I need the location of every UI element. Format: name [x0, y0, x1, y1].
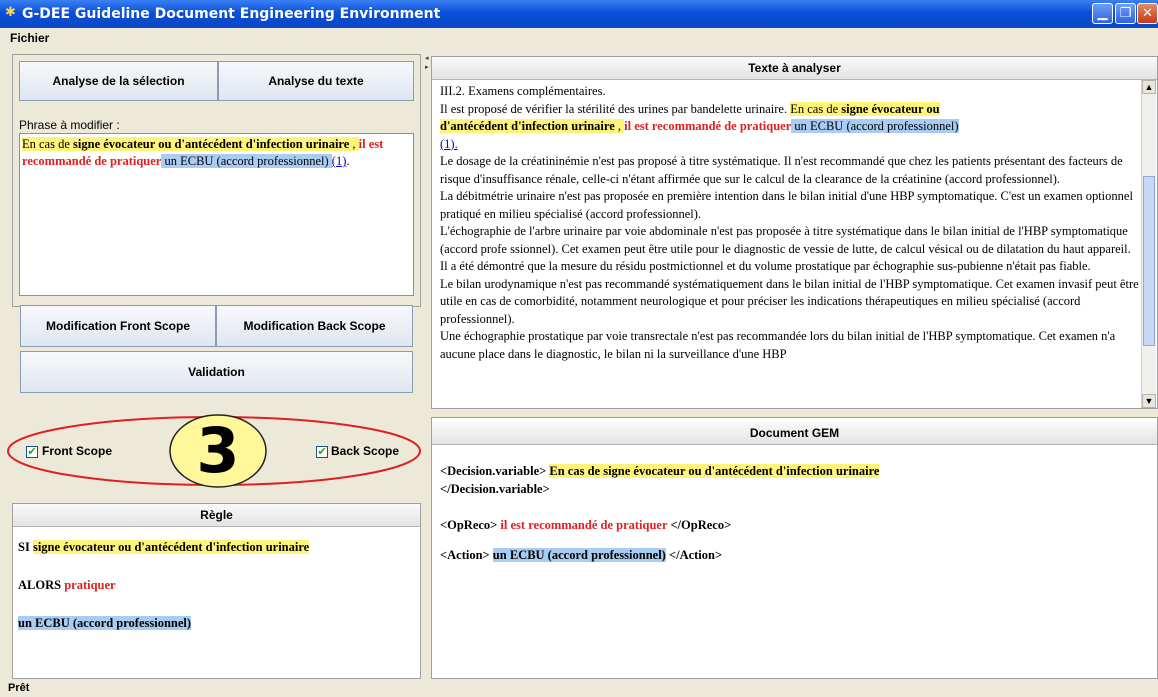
gem-tag: <Decision.variable> [440, 464, 550, 478]
regle-alors-text: pratiquer [64, 578, 116, 592]
texte-scrollbar[interactable]: ▲ ▼ [1141, 80, 1156, 408]
callout-number: 3 [196, 414, 240, 487]
title-bar: ✱ G-DEE Guideline Document Engineering E… [0, 0, 1158, 28]
gem-opreco: <OpReco> il est recommandé de pratiquer … [440, 518, 731, 533]
gem-tag: <OpReco> [440, 518, 501, 532]
texte-panel: Texte à analyser III.2. Examens compléme… [431, 56, 1158, 409]
minimize-icon: ▁ [1097, 6, 1108, 21]
gem-title: Document GEM [432, 422, 1157, 445]
texte-content[interactable]: III.2. Examens complémentaires. Il est p… [440, 83, 1140, 405]
phrase-label: Phrase à modifier : [19, 118, 120, 132]
texte-paragraph: Il est proposé de vérifier la stérilité … [440, 101, 1140, 154]
regle-action-line: un ECBU (accord professionnel) [18, 616, 192, 631]
scroll-up-icon[interactable]: ▲ [1142, 80, 1156, 94]
menu-fichier[interactable]: Fichier [10, 31, 49, 45]
gem-tag: </OpReco> [667, 518, 732, 532]
app-icon: ✱ [5, 5, 16, 20]
regle-alors-keyword: ALORS [18, 578, 65, 592]
analyse-texte-button[interactable]: Analyse du texte [218, 61, 414, 101]
gem-action-text: un ECBU (accord professionnel) [492, 548, 666, 562]
phrase-part: , [349, 137, 359, 151]
texte-part: il est recommandé de pratiquer [624, 119, 792, 133]
front-scope-checkbox[interactable]: ✔ [26, 446, 38, 458]
front-scope-label: Front Scope [42, 444, 113, 458]
phrase-action: un ECBU (accord professionnel) [161, 154, 332, 168]
phrase-editor[interactable]: En cas de signe évocateur ou d'antécéden… [19, 133, 414, 296]
texte-paragraph: Une échographie prostatique par voie tra… [440, 329, 1116, 361]
gem-opreco-text: il est recommandé de pratiquer [500, 518, 668, 532]
gem-panel: Document GEM <Decision.variable> En cas … [431, 417, 1158, 679]
scroll-down-icon[interactable]: ▼ [1142, 394, 1156, 408]
regle-panel: Règle SI signe évocateur ou d'antécédent… [12, 503, 421, 679]
texte-part: Il est proposé de vérifier la stérilité … [440, 101, 791, 116]
status-bar: Prêt [0, 682, 1158, 697]
phrase-panel: Analyse de la sélection Analyse du texte… [12, 54, 421, 307]
texte-paragraph: Le dosage de la créatininémie n'est pas … [440, 154, 1123, 186]
texte-paragraph: La débitmétrie urinaire n'est pas propos… [440, 189, 1133, 221]
texte-part: un ECBU (accord professionnel) [791, 119, 959, 133]
gem-action: <Action> un ECBU (accord professionnel) … [440, 548, 722, 563]
gem-decision-variable: <Decision.variable> En cas de signe évoc… [440, 462, 880, 498]
back-scope-checkbox[interactable]: ✔ [316, 446, 328, 458]
close-button[interactable]: ✕ [1137, 3, 1158, 24]
minimize-button[interactable]: ▁ [1092, 3, 1113, 24]
analyse-selection-button[interactable]: Analyse de la sélection [19, 61, 218, 101]
texte-line: III.2. Examens complémentaires. [440, 84, 606, 98]
regle-si-line: SI signe évocateur ou d'antécédent d'inf… [18, 540, 310, 555]
modification-front-scope-button[interactable]: Modification Front Scope [20, 305, 216, 347]
texte-reference-link[interactable]: (1). [440, 137, 458, 151]
texte-part: , [614, 119, 625, 133]
texte-part: d'antécédent d'infection urinaire [440, 119, 615, 133]
phrase-decision-variable: signe évocateur ou d'antécédent d'infect… [73, 137, 350, 151]
phrase-part: . [346, 154, 350, 168]
restore-icon: ❐ [1119, 6, 1132, 21]
modification-back-scope-button[interactable]: Modification Back Scope [216, 305, 413, 347]
texte-title: Texte à analyser [432, 57, 1157, 80]
phrase-reference-link[interactable]: (1) [332, 154, 347, 168]
texte-part: signe évocateur ou [841, 101, 940, 116]
regle-title: Règle [13, 504, 420, 527]
validation-button[interactable]: Validation [20, 351, 413, 393]
back-scope-label: Back Scope [331, 444, 400, 458]
gem-tag: <Action> [440, 548, 493, 562]
regle-alors-line: ALORS pratiquer [18, 578, 116, 593]
texte-part: En cas de [790, 101, 842, 116]
texte-paragraph: L'échographie de l'arbre urinaire par vo… [440, 224, 1131, 273]
phrase-part: En cas de [22, 137, 74, 151]
close-icon: ✕ [1142, 6, 1153, 21]
gem-tag: </Decision.variable> [440, 482, 550, 496]
window-title: G-DEE Guideline Document Engineering Env… [22, 6, 441, 22]
maximize-button[interactable]: ❐ [1115, 3, 1136, 24]
scroll-thumb[interactable] [1143, 176, 1155, 346]
regle-si-keyword: SI [18, 540, 33, 554]
menu-bar: Fichier [0, 28, 1158, 50]
regle-si-text: signe évocateur ou d'antécédent d'infect… [32, 540, 310, 554]
regle-action-text: un ECBU (accord professionnel) [18, 616, 192, 630]
gem-decision-text: En cas de signe évocateur ou d'antécéden… [549, 464, 880, 478]
status-text: Prêt [8, 682, 30, 694]
gem-tag: </Action> [665, 548, 723, 562]
texte-paragraph: Le bilan urodynamique n'est pas recomman… [440, 276, 1139, 326]
